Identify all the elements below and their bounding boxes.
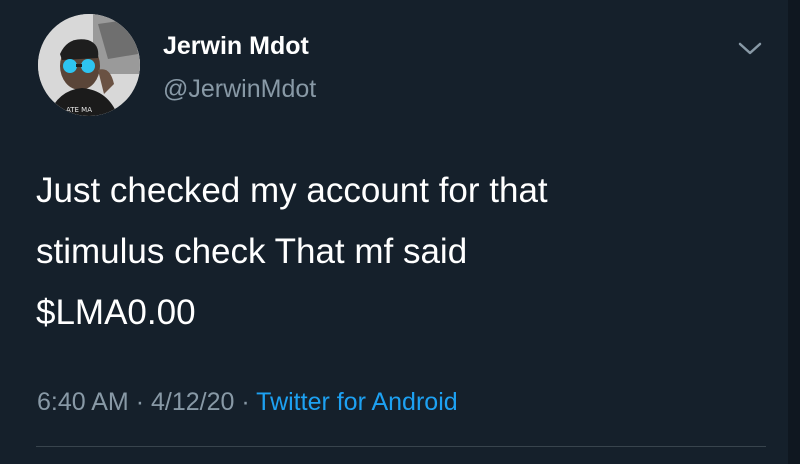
author-avatar[interactable]: ATE MA bbox=[38, 14, 140, 116]
tweet-source-link[interactable]: Twitter for Android bbox=[256, 388, 457, 416]
tweet-card: ATE MA Jerwin Mdot @JerwinMdot Just chec… bbox=[0, 0, 800, 464]
avatar-photo: ATE MA bbox=[38, 14, 140, 116]
author-display-name[interactable]: Jerwin Mdot bbox=[163, 32, 309, 61]
svg-text:ATE MA: ATE MA bbox=[66, 106, 92, 114]
frame-edge bbox=[788, 0, 800, 464]
tweet-meta: 6:40 AM · 4/12/20 · Twitter for Android bbox=[37, 388, 458, 417]
tweet-time[interactable]: 6:40 AM bbox=[37, 388, 129, 416]
author-handle[interactable]: @JerwinMdot bbox=[163, 75, 316, 104]
tweet-date[interactable]: 4/12/20 bbox=[151, 388, 234, 416]
tweet-text: Just checked my account for that stimulu… bbox=[36, 171, 548, 332]
meta-separator: · bbox=[241, 388, 250, 416]
meta-separator: · bbox=[135, 388, 145, 416]
chevron-down-icon[interactable] bbox=[736, 40, 764, 58]
divider bbox=[36, 446, 766, 447]
